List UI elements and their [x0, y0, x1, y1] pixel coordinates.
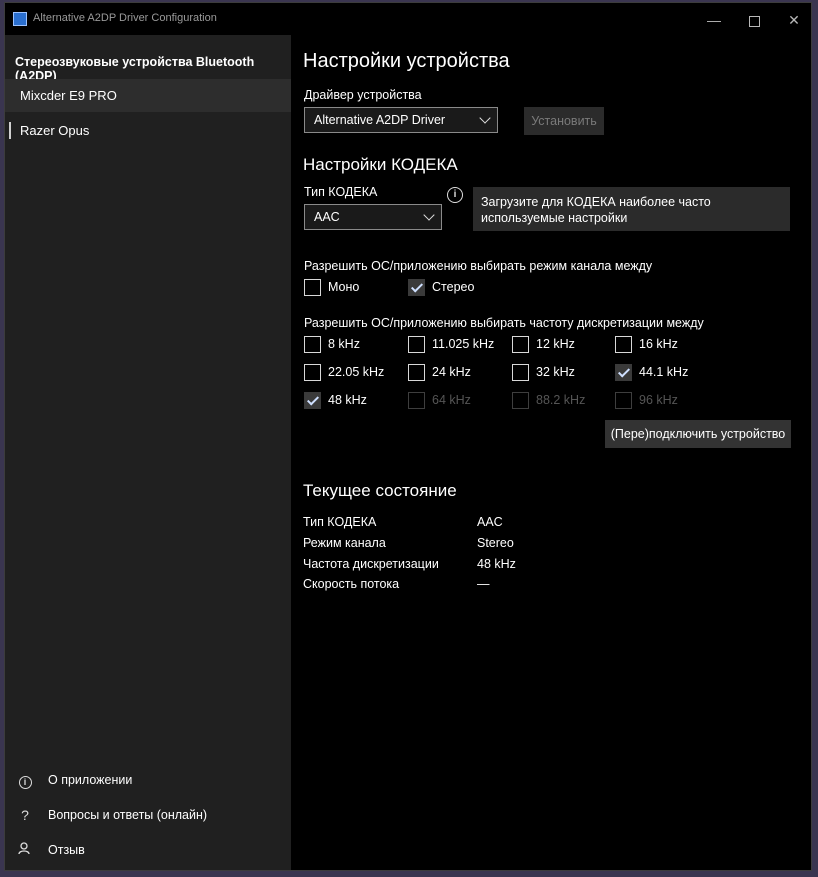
app-window: Alternative A2DP Driver Configuration — … — [4, 2, 812, 871]
codec-section-title: Настройки КОДЕКА — [303, 155, 458, 174]
reconnect-button[interactable]: (Пере)подключить устройство — [605, 420, 791, 448]
checkbox-label: 8 kHz — [328, 337, 360, 351]
checkbox-label: 48 kHz — [328, 393, 367, 407]
checkbox-label: Моно — [328, 280, 360, 294]
status-key-bitrate: Скорость потока — [303, 577, 400, 591]
status-key-sample-rate: Частота дискретизации — [303, 557, 439, 571]
window-title: Alternative A2DP Driver Configuration — [33, 12, 217, 24]
checkbox-box — [408, 336, 425, 353]
maximize-button[interactable] — [734, 7, 774, 33]
driver-label: Драйвер устройства — [304, 88, 422, 102]
checkbox-box — [512, 392, 529, 409]
sidebar: Стереозвуковые устройства Bluetooth (A2D… — [5, 35, 291, 870]
driver-dropdown[interactable]: Alternative A2DP Driver — [304, 107, 498, 133]
sidebar-faq-label: Вопросы и ответы (онлайн) — [48, 808, 208, 822]
checkbox-label: Стерео — [432, 280, 475, 294]
checkbox-label: 88.2 kHz — [536, 393, 586, 407]
checkbox-label: 11.025 kHz — [432, 337, 495, 351]
selection-marker — [9, 122, 11, 139]
page-title: Настройки устройства — [303, 50, 510, 72]
checkbox-box — [615, 336, 632, 353]
checkbox-box — [304, 279, 321, 296]
checkbox-label: 32 kHz — [536, 365, 575, 379]
sidebar-about[interactable]: i О приложении — [5, 765, 291, 795]
checkbox-box — [408, 364, 425, 381]
checkbox-box — [408, 279, 425, 296]
checkbox-box — [304, 392, 321, 409]
checkbox-label: 96 kHz — [639, 393, 678, 407]
checkbox-box — [512, 336, 529, 353]
feedback-icon — [17, 835, 33, 865]
codec-value: AAC — [314, 210, 340, 224]
sidebar-feedback-label: Отзыв — [48, 843, 85, 857]
codec-tooltip: Загрузите для КОДЕКА наиболее часто испо… — [473, 187, 790, 231]
status-key-channel: Режим канала — [303, 536, 386, 550]
codec-type-label: Тип КОДЕКА — [304, 185, 378, 199]
main-panel: Настройки устройства Драйвер устройства … — [291, 35, 811, 870]
sidebar-feedback[interactable]: Отзыв — [5, 835, 291, 865]
chevron-down-icon — [423, 209, 435, 221]
checkbox-box — [304, 364, 321, 381]
checkbox-box — [512, 364, 529, 381]
chevron-down-icon — [479, 112, 491, 124]
codec-dropdown[interactable]: AAC — [304, 204, 442, 230]
status-key-codec: Тип КОДЕКА — [303, 515, 377, 529]
title-bar[interactable]: Alternative A2DP Driver Configuration — … — [5, 3, 811, 35]
sample-rate-label: Разрешить ОС/приложению выбирать частоту… — [304, 316, 704, 330]
status-value-codec: AAC — [477, 515, 503, 529]
sidebar-item-label: Mixcder E9 PRO — [20, 88, 117, 103]
checkbox-label: 44.1 kHz — [639, 365, 689, 379]
driver-value: Alternative A2DP Driver — [314, 113, 446, 127]
checkbox-label: 12 kHz — [536, 337, 575, 351]
status-value-bitrate: — — [477, 577, 490, 591]
checkbox-label: 16 kHz — [639, 337, 678, 351]
channel-mode-label: Разрешить ОС/приложению выбирать режим к… — [304, 259, 653, 273]
checkbox-box — [304, 336, 321, 353]
checkbox-label: 22.05 kHz — [328, 365, 385, 379]
install-button[interactable]: Установить — [524, 107, 604, 135]
status-value-channel: Stereo — [477, 536, 514, 550]
sidebar-about-label: О приложении — [48, 773, 133, 787]
sidebar-faq[interactable]: ? Вопросы и ответы (онлайн) — [5, 800, 291, 830]
sidebar-item-label: Razer Opus — [20, 123, 90, 138]
status-value-sample-rate: 48 kHz — [477, 557, 516, 571]
checkbox-label: 24 kHz — [432, 365, 471, 379]
close-button[interactable]: ✕ — [774, 7, 811, 33]
info-icon[interactable]: i — [447, 187, 463, 203]
info-icon: i — [17, 765, 33, 795]
checkbox-box — [615, 392, 632, 409]
sidebar-item-razer[interactable]: Razer Opus — [5, 114, 291, 147]
maximize-icon — [748, 15, 760, 27]
question-icon: ? — [21, 807, 29, 823]
checkbox-box — [615, 364, 632, 381]
checkbox-box — [408, 392, 425, 409]
checkbox-label: 64 kHz — [432, 393, 471, 407]
status-section-title: Текущее состояние — [303, 481, 457, 500]
minimize-button[interactable]: — — [694, 7, 734, 33]
app-icon — [13, 12, 27, 26]
sidebar-item-mixcder[interactable]: Mixcder E9 PRO — [5, 79, 291, 112]
